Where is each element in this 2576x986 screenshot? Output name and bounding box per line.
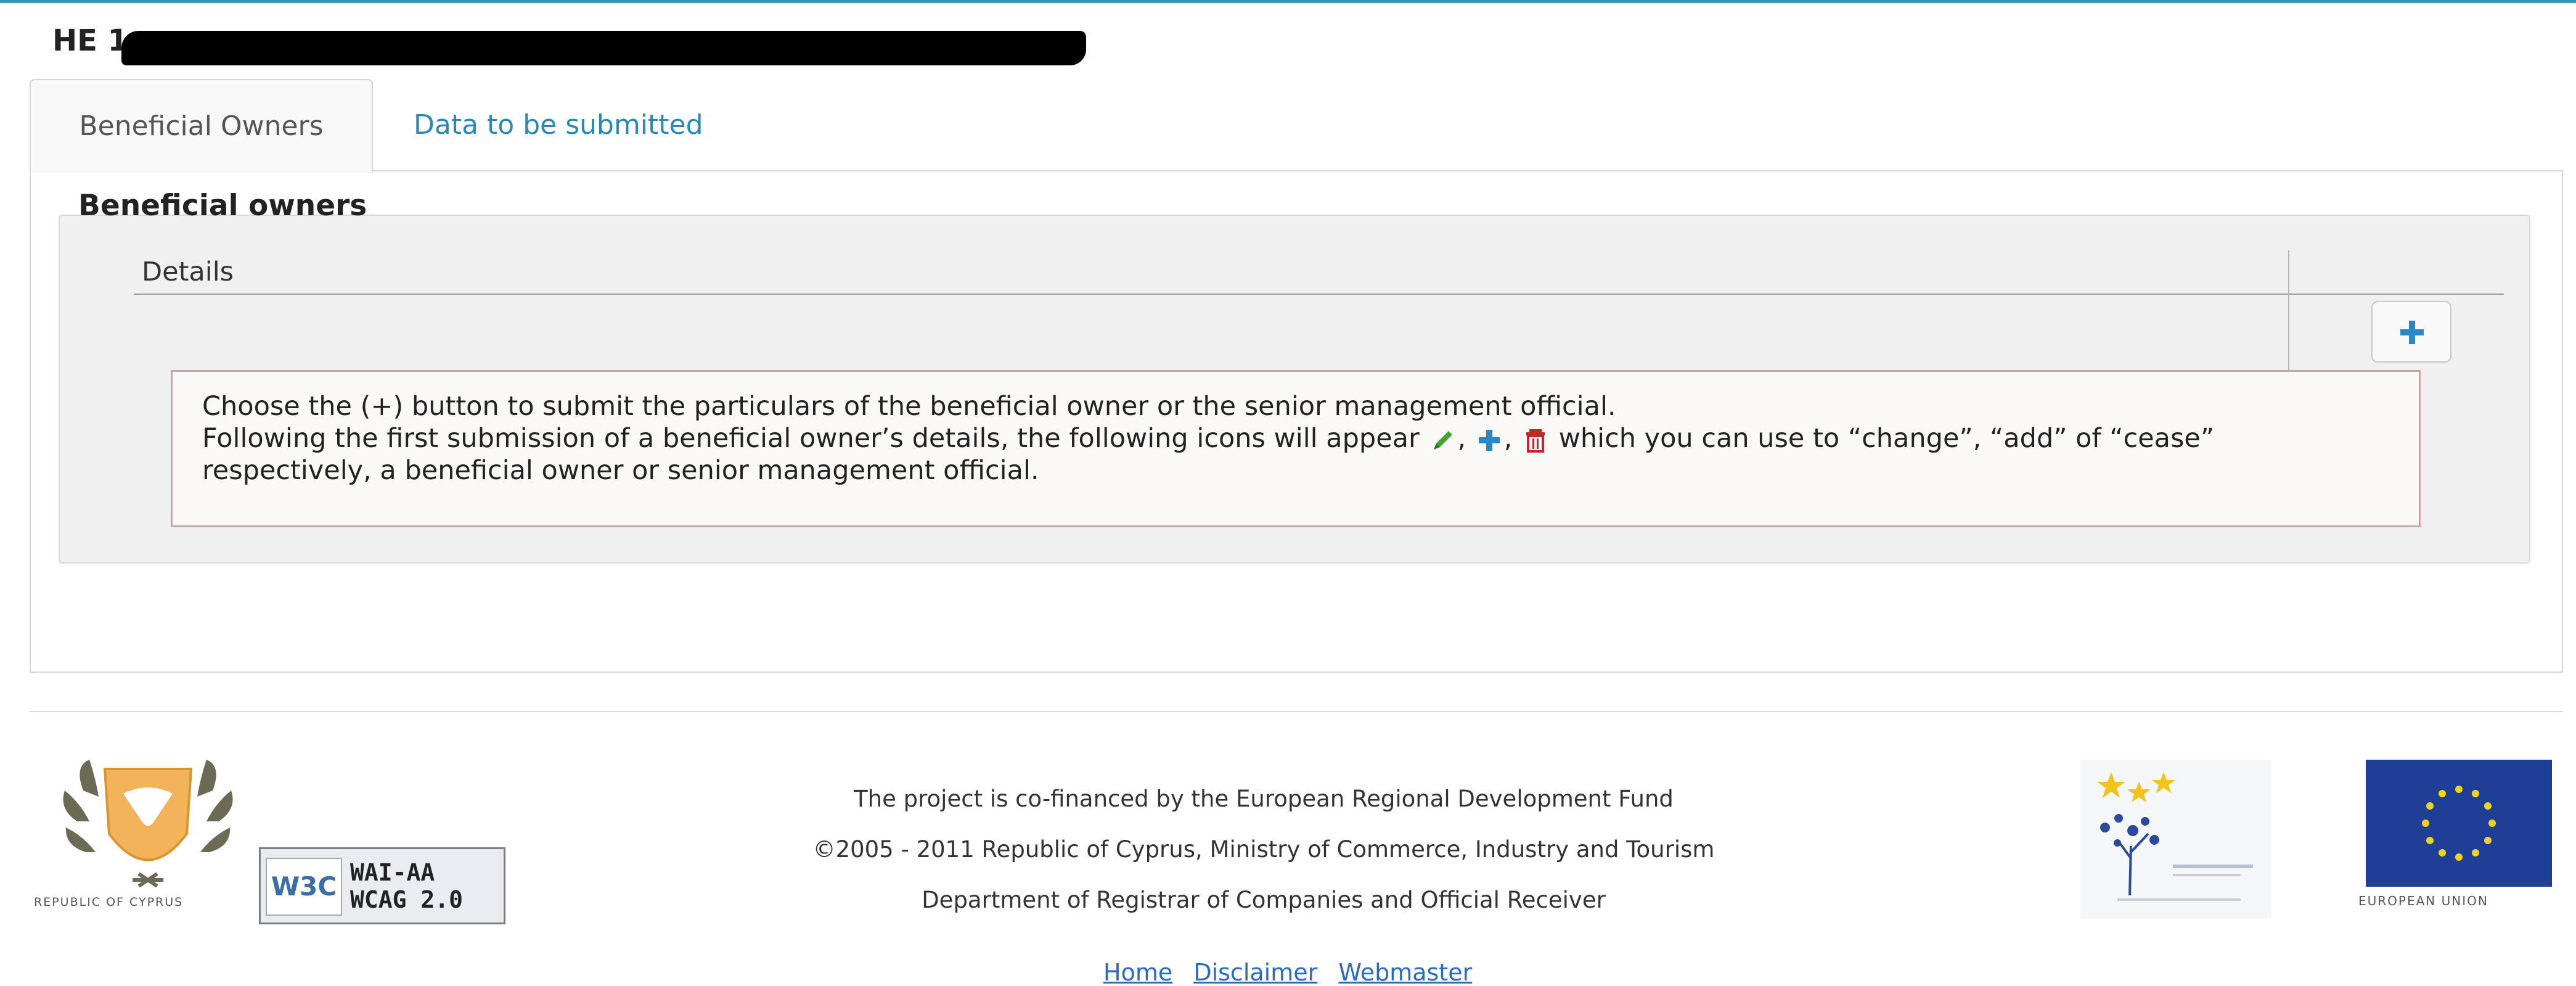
cyprus-coat-of-arms-logo bbox=[63, 760, 233, 888]
eu-flag-caption: EUROPEAN UNION bbox=[2358, 894, 2488, 908]
erdf-cohesion-logo bbox=[2080, 760, 2271, 919]
footer-link-disclaimer[interactable]: Disclaimer bbox=[1193, 959, 1317, 986]
footer-link-webmaster[interactable]: Webmaster bbox=[1338, 959, 1472, 986]
redaction-mark bbox=[121, 31, 1086, 65]
pencil-icon bbox=[1434, 430, 1453, 450]
tab-data-to-be-submitted[interactable]: Data to be submitted bbox=[414, 79, 703, 171]
trash-icon bbox=[1526, 429, 1545, 453]
footer-cofinance-line: The project is co-financed by the Europe… bbox=[854, 786, 1674, 812]
plus-icon bbox=[2400, 321, 2424, 344]
fieldset-legend: Beneficial owners bbox=[78, 189, 367, 223]
footer-department-line: Department of Registrar of Companies and… bbox=[922, 887, 1606, 913]
cyprus-emblem-caption: REPUBLIC OF CYPRUS bbox=[34, 895, 184, 909]
top-accent-line bbox=[0, 0, 2576, 3]
tab-bar: Beneficial Owners Data to be submitted bbox=[30, 79, 2563, 173]
footer-copyright-line: ©2005 - 2011 Republic of Cyprus, Ministr… bbox=[812, 836, 1715, 863]
instructions-line-2: Following the first submission of a bene… bbox=[202, 422, 2389, 487]
company-code: HE 1 bbox=[52, 23, 129, 58]
plus-icon bbox=[1478, 429, 1500, 451]
w3c-wcag-badge[interactable]: W3C WAI-AA WCAG 2.0 bbox=[259, 847, 505, 924]
footer-credits: The project is co-financed by the Europe… bbox=[678, 774, 1849, 926]
tab-panel: Beneficial owners Details Choose the (+)… bbox=[30, 170, 2563, 673]
footer-link-home[interactable]: Home bbox=[1103, 959, 1172, 986]
beneficial-owners-fieldset: Beneficial owners Details Choose the (+)… bbox=[59, 189, 2530, 564]
add-beneficial-owner-button[interactable] bbox=[2371, 301, 2451, 363]
w3c-logo: W3C bbox=[266, 858, 342, 916]
footer-divider bbox=[30, 711, 2563, 712]
wcag-badge-text: WAI-AA WCAG 2.0 bbox=[350, 859, 464, 913]
details-header-rule bbox=[134, 294, 2504, 295]
details-column-header: Details bbox=[142, 257, 234, 287]
icon-separator: , bbox=[1503, 423, 1513, 454]
footer-links: Home Disclaimer Webmaster bbox=[1103, 959, 1486, 986]
instructions-line-1: Choose the (+) button to submit the part… bbox=[202, 391, 1616, 422]
icon-separator: , bbox=[1457, 423, 1466, 454]
tab-beneficial-owners[interactable]: Beneficial Owners bbox=[30, 79, 373, 173]
eu-flag-logo bbox=[2366, 760, 2552, 887]
instructions-line-2-text: Following the first submission of a bene… bbox=[202, 423, 1420, 454]
details-column-divider bbox=[2288, 250, 2289, 374]
instructions-box: Choose the (+) button to submit the part… bbox=[171, 370, 2421, 527]
